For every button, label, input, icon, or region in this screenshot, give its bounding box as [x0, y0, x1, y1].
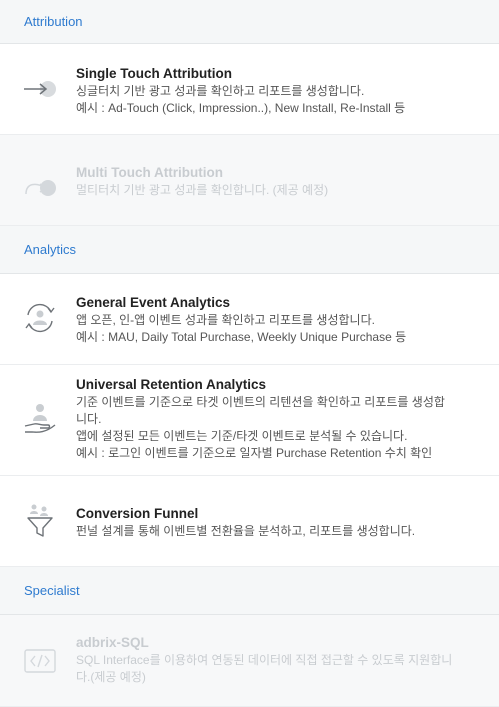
section-title: Analytics [24, 242, 77, 257]
user-refresh-icon [20, 300, 60, 336]
section-header-specialist: Specialist [0, 567, 499, 615]
menu-item-general-event-analytics[interactable]: General Event Analytics 앱 오픈, 인-앱 이벤트 성과… [0, 274, 499, 365]
item-description: 기준 이벤트를 기준으로 타겟 이벤트의 리텐션을 확인하고 리포트를 생성합 [76, 395, 445, 409]
section-title: Attribution [24, 14, 83, 29]
item-example: 예시 : Ad-Touch (Click, Impression..), New… [76, 101, 406, 115]
item-description-extra: 앱에 설정된 모든 이벤트는 기준/타겟 이벤트로 분석될 수 있습니다. [76, 429, 408, 443]
section-header-analytics: Analytics [0, 226, 499, 274]
code-icon [20, 643, 60, 679]
item-description-cont: 다.(제공 예정) [76, 670, 146, 684]
user-hand-icon [20, 401, 60, 437]
item-description: 멀티터치 기반 광고 성과를 확인합니다. (제공 예정) [76, 183, 329, 197]
item-description: 앱 오픈, 인-앱 이벤트 성과를 확인하고 리포트를 생성합니다. [76, 313, 375, 327]
item-title: Multi Touch Attribution [76, 165, 223, 180]
item-title: General Event Analytics [76, 295, 231, 310]
menu-item-conversion-funnel[interactable]: Conversion Funnel 펀널 설계를 통해 이벤트별 전환율을 분석… [0, 476, 499, 567]
item-description: SQL Interface를 이용하여 연동된 데이터에 직접 접근할 수 있도… [76, 653, 453, 667]
section-title: Specialist [24, 583, 80, 598]
item-example: 예시 : MAU, Daily Total Purchase, Weekly U… [76, 330, 407, 344]
menu-item-multi-touch-attribution: Multi Touch Attribution 멀티터치 기반 광고 성과를 확… [0, 135, 499, 226]
item-example: 예시 : 로그인 이벤트를 기준으로 일자별 Purchase Retentio… [76, 446, 433, 460]
multi-touch-arrow-icon [20, 170, 60, 206]
item-description: 싱글터치 기반 광고 성과를 확인하고 리포트를 생성합니다. [76, 84, 365, 98]
section-header-attribution: Attribution [0, 0, 499, 44]
menu-item-adbrix-sql: adbrix-SQL SQL Interface를 이용하여 연동된 데이터에 … [0, 615, 499, 707]
funnel-icon [20, 503, 60, 539]
menu-item-single-touch-attribution[interactable]: Single Touch Attribution 싱글터치 기반 광고 성과를 … [0, 44, 499, 135]
item-title: adbrix-SQL [76, 635, 149, 650]
menu-item-universal-retention-analytics[interactable]: Universal Retention Analytics 기준 이벤트를 기준… [0, 365, 499, 476]
item-title: Conversion Funnel [76, 506, 199, 521]
single-touch-arrow-icon [20, 71, 60, 107]
item-title: Universal Retention Analytics [76, 377, 267, 392]
item-title: Single Touch Attribution [76, 66, 232, 81]
item-description-cont: 니다. [76, 412, 102, 426]
item-description: 펀널 설계를 통해 이벤트별 전환율을 분석하고, 리포트를 생성합니다. [76, 524, 416, 538]
